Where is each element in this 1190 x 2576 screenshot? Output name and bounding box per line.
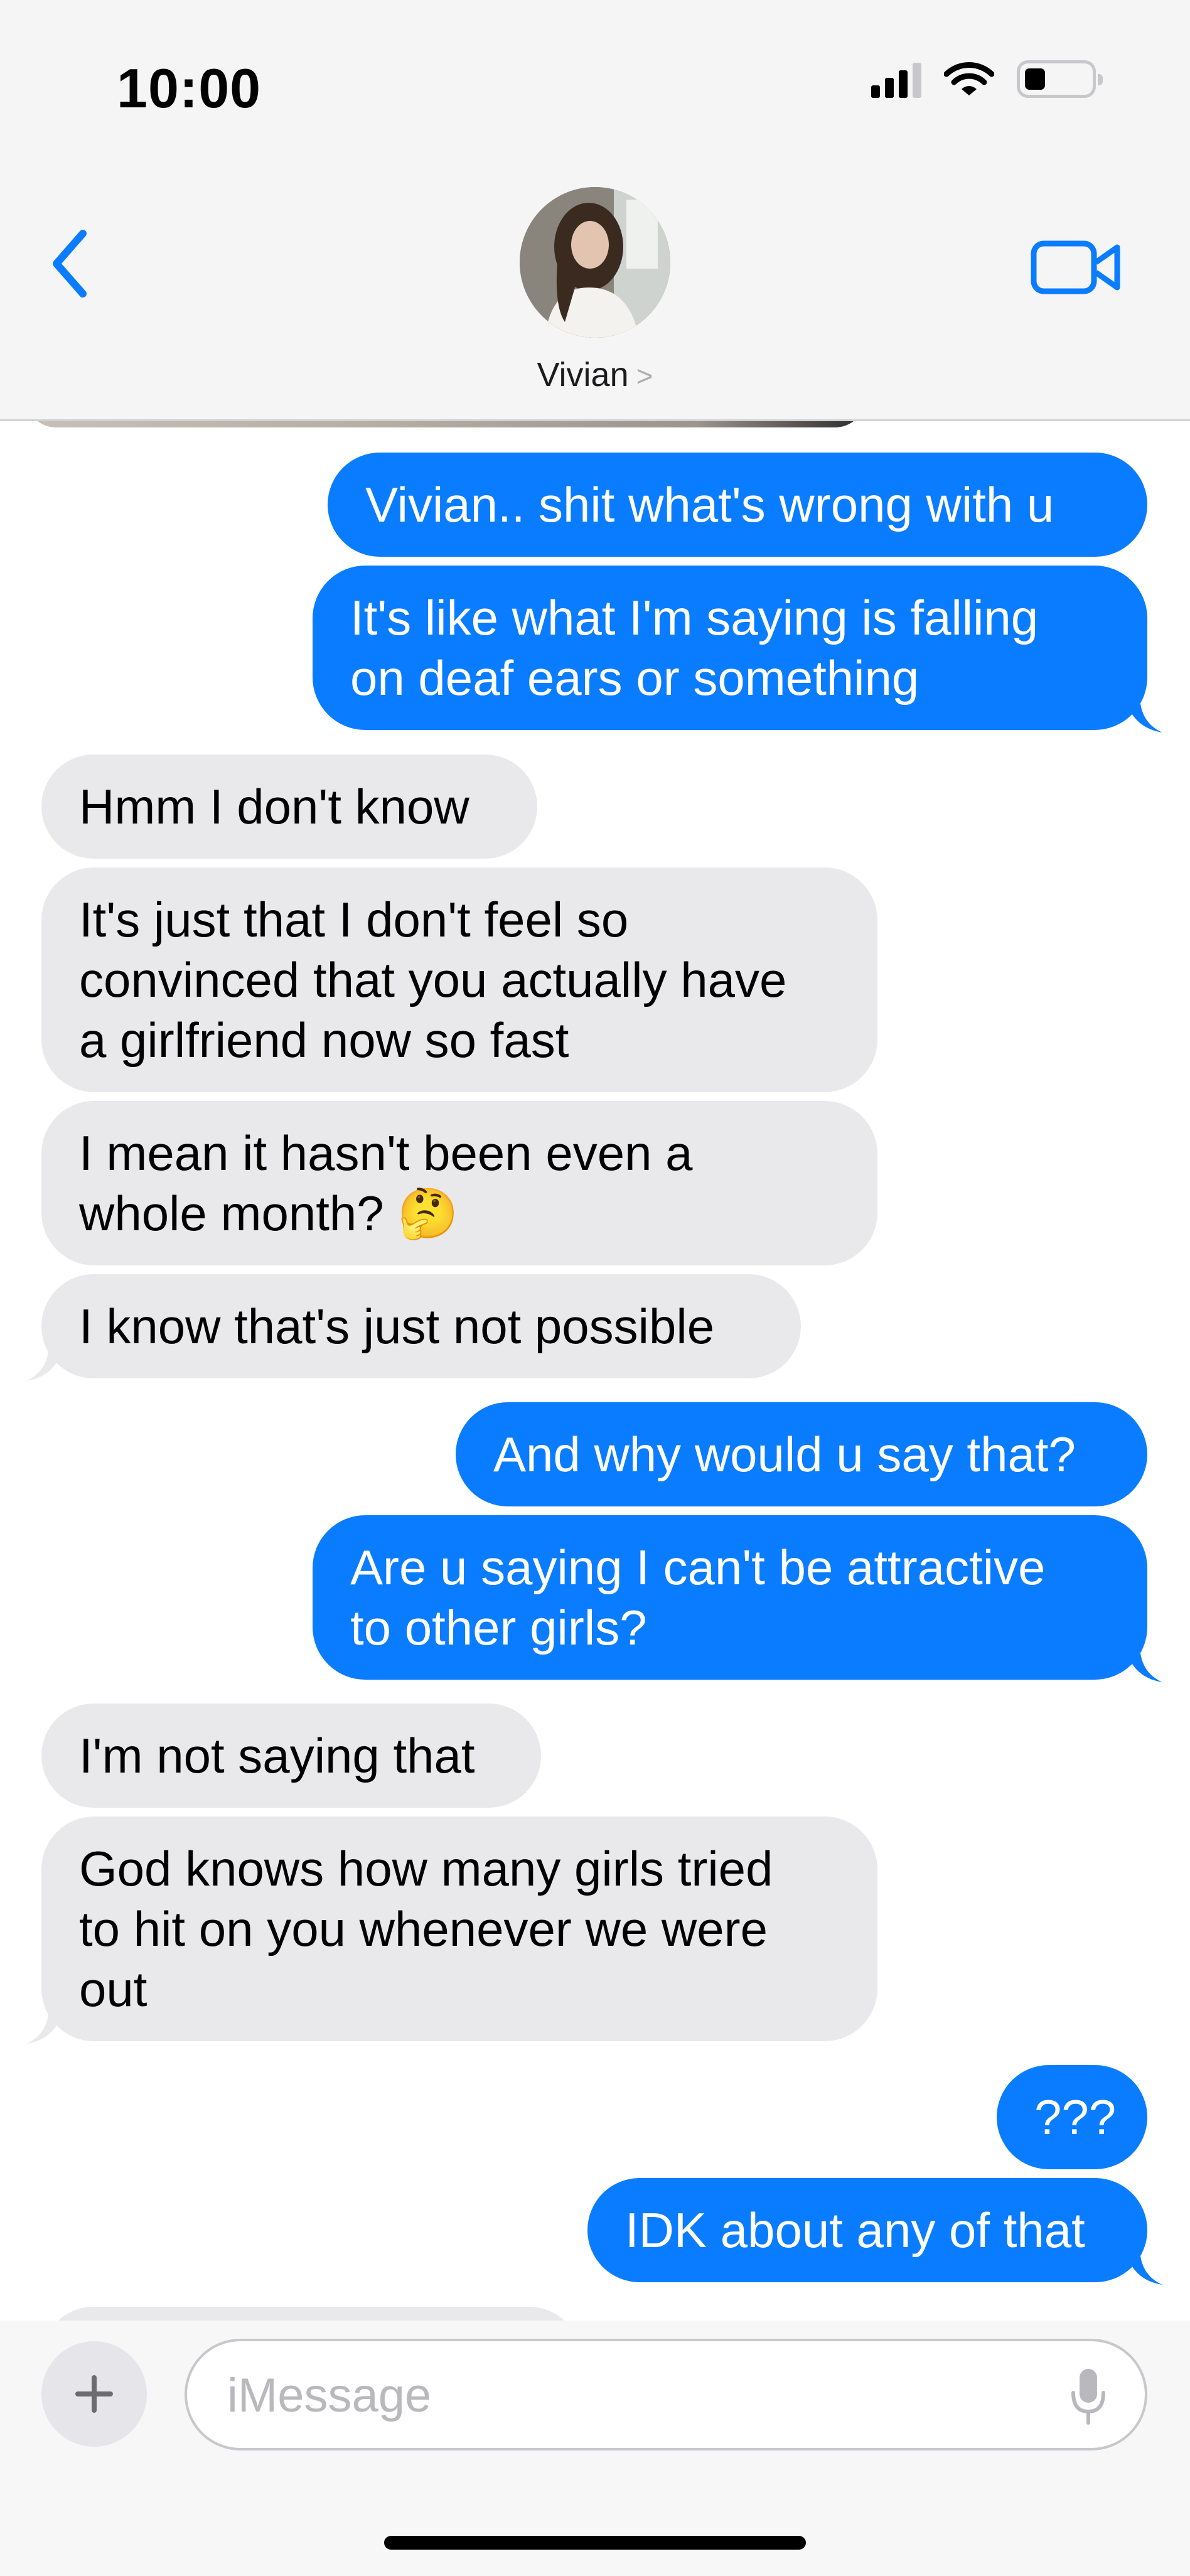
- incoming-message[interactable]: It's just that I don't feel so convinced…: [41, 867, 877, 1092]
- outgoing-message[interactable]: IDK about any of that: [587, 2178, 1162, 2285]
- bubble-tail: [1125, 695, 1162, 733]
- back-chevron-icon[interactable]: [44, 226, 100, 301]
- message-text: Vivian.. shit what's wrong with u: [365, 477, 1054, 532]
- outgoing-message[interactable]: Vivian.. shit what's wrong with u: [328, 453, 1147, 557]
- message-text: It's just that I don't feel so convinced…: [79, 892, 787, 1068]
- outgoing-message[interactable]: And why would u say that?: [456, 1402, 1147, 1506]
- partial-image-message[interactable]: [25, 421, 866, 427]
- incoming-message[interactable]: I mean it hasn't been even a whole month…: [41, 1101, 877, 1265]
- message-text: I know that's just not possible: [79, 1299, 715, 1354]
- facetime-video-icon[interactable]: [1031, 236, 1121, 299]
- outgoing-message[interactable]: Are u saying I can't be attractive to ot…: [313, 1515, 1162, 1682]
- bubble-tail: [26, 2006, 64, 2044]
- incoming-message[interactable]: Hmm I don't know: [41, 754, 537, 859]
- bubble-tail: [1125, 1645, 1162, 1682]
- chevron-right-icon: >: [636, 360, 653, 392]
- status-time: 10:00: [117, 57, 262, 119]
- message-text: Hmm I don't know: [79, 779, 469, 834]
- battery-icon: [1017, 60, 1103, 98]
- contact-name[interactable]: Vivian >: [0, 355, 1190, 394]
- bubble-tail: [26, 1343, 64, 1381]
- bubble-tail: [1125, 2247, 1162, 2285]
- message-text: I'm not saying that: [79, 1728, 475, 1783]
- home-indicator: [384, 2536, 806, 2550]
- incoming-message[interactable]: God knows how many girls tried to hit on…: [26, 1817, 877, 2044]
- message-input-field[interactable]: [185, 2339, 1147, 2450]
- message-text: It's like what I'm saying is falling on …: [350, 590, 1039, 706]
- message-text: ???: [1034, 2090, 1117, 2145]
- contact-name-label: Vivian: [537, 356, 629, 394]
- contact-avatar[interactable]: [520, 187, 670, 338]
- outgoing-message[interactable]: ???: [997, 2065, 1147, 2169]
- add-attachment-button[interactable]: [41, 2341, 147, 2447]
- wifi-icon: [944, 62, 994, 95]
- outgoing-message[interactable]: It's like what I'm saying is falling on …: [313, 566, 1162, 733]
- message-text: I mean it hasn't been even a whole month…: [79, 1125, 693, 1241]
- conversation-header: 10:00 Vivian >: [0, 0, 1190, 421]
- cellular-signal-icon: [871, 60, 921, 98]
- incoming-message-partial[interactable]: [41, 2307, 581, 2321]
- status-icons: [871, 60, 1103, 98]
- message-thread[interactable]: Vivian.. shit what's wrong with u It's l…: [0, 421, 1190, 2321]
- message-text: IDK about any of that: [625, 2203, 1085, 2258]
- incoming-message[interactable]: I know that's just not possible: [26, 1274, 801, 1381]
- message-input[interactable]: [226, 2368, 1013, 2423]
- message-text: And why would u say that?: [493, 1427, 1076, 1482]
- incoming-message[interactable]: I'm not saying that: [41, 1704, 541, 1808]
- message-text: Are u saying I can't be attractive to ot…: [350, 1540, 1046, 1655]
- message-text: God knows how many girls tried to hit on…: [79, 1841, 773, 2017]
- microphone-icon[interactable]: [1069, 2366, 1107, 2427]
